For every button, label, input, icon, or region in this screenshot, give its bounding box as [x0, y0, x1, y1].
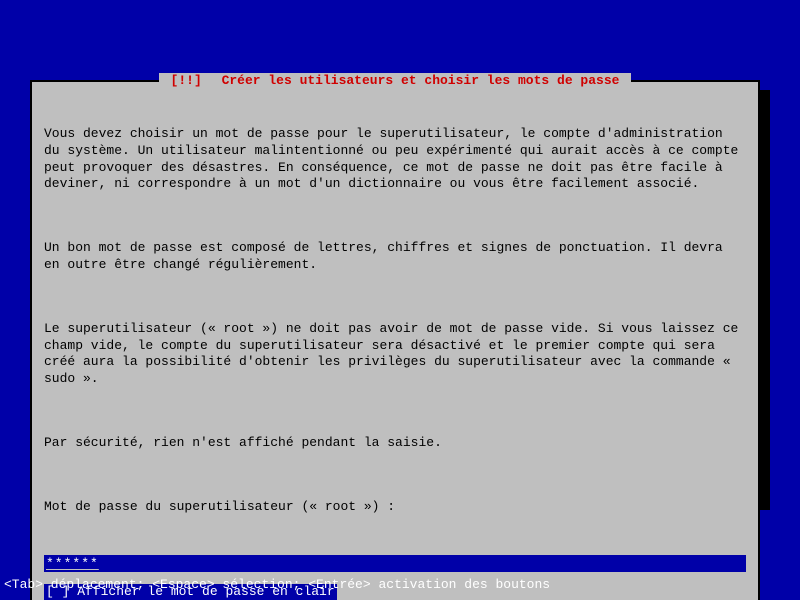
paragraph: Le superutilisateur (« root ») ne doit p… [44, 321, 746, 389]
dialog-body: Vous devez choisir un mot de passe pour … [44, 92, 746, 555]
footer-hint: <Tab> déplacement; <Espace> sélection; <… [4, 577, 550, 594]
paragraph: Vous devez choisir un mot de passe pour … [44, 126, 746, 194]
paragraph: Un bon mot de passe est composé de lettr… [44, 240, 746, 274]
paragraph: Par sécurité, rien n'est affiché pendant… [44, 435, 746, 452]
root-password-input[interactable]: ****** [44, 555, 746, 572]
dialog-title-row: [!!] Créer les utilisateurs et choisir l… [32, 73, 758, 90]
password-prompt: Mot de passe du superutilisateur (« root… [44, 499, 746, 516]
dialog-title: [!!] Créer les utilisateurs et choisir l… [159, 73, 632, 88]
installer-dialog: [!!] Créer les utilisateurs et choisir l… [30, 80, 760, 600]
